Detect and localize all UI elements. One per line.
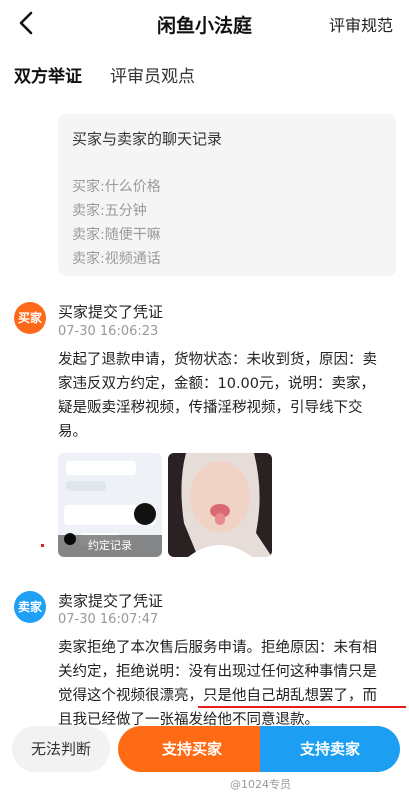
chat-line: 买家:什么价格	[72, 179, 161, 195]
chat-bubble	[66, 461, 136, 475]
buyer-event-title: 买家提交了凭证	[58, 303, 164, 321]
annotation-underline	[198, 706, 406, 708]
text-line: 疑是贩卖淫秽视频，传播淫秽视频，引导线下交	[58, 400, 363, 416]
seller-event-text: 卖家拒绝了本次售后服务申请。拒绝原因：未有相 关约定，拒绝说明：没有出现过任何这…	[58, 636, 402, 732]
tab-evidence[interactable]: 双方举证	[14, 62, 82, 87]
chat-line: 卖家:随便干嘛	[72, 227, 161, 243]
avatar-dot	[134, 503, 156, 525]
evidence-thumbnail-chat[interactable]: 约定记录	[58, 453, 162, 557]
annotation-dot	[41, 544, 44, 547]
text-line: 卖家拒绝了本次售后服务申请。拒绝原因：未有相	[58, 640, 377, 656]
bottom-action-bar: 无法判断 支持买家 支持卖家 @1024专员	[0, 726, 409, 800]
tab-bar: 双方举证 评审员观点	[0, 58, 409, 92]
header: 闲鱼小法庭 评审规范	[0, 0, 409, 46]
seller-event-time: 07-30 16:07:47	[58, 612, 159, 627]
text-line: 家违反双方约定，金额：10.00元，说明：卖家，	[58, 376, 376, 392]
watermark: @1024专员	[230, 778, 291, 791]
review-rules-link[interactable]: 评审规范	[329, 12, 393, 36]
text-line: 关约定，拒绝说明：没有出现过任何这种事情只是	[58, 664, 377, 680]
buyer-event-text: 发起了退款申请，货物状态：未收到货，原因：卖 家违反双方约定，金额：10.00元…	[58, 348, 402, 444]
seller-avatar: 卖家	[14, 591, 46, 623]
support-seller-button[interactable]: 支持卖家	[260, 726, 400, 772]
text-line: 易。	[58, 424, 87, 440]
evidence-thumbnail-photo[interactable]	[168, 453, 272, 557]
chat-line: 卖家:五分钟	[72, 203, 147, 219]
seller-event-title: 卖家提交了凭证	[58, 592, 164, 610]
thumbnail-caption: 约定记录	[58, 535, 162, 557]
undecided-button[interactable]: 无法判断	[12, 726, 110, 772]
chat-line: 卖家:视频通话	[72, 251, 161, 267]
text-line: 发起了退款申请，货物状态：未收到货，原因：卖	[58, 352, 377, 368]
chat-record-title: 买家与卖家的聊天记录	[72, 130, 223, 148]
support-buyer-button[interactable]: 支持买家	[118, 726, 266, 772]
text-line: 觉得这个视频很漂亮，只是他自己胡乱想罢了，而	[58, 688, 377, 704]
chat-bubble	[66, 481, 106, 491]
buyer-avatar: 买家	[14, 302, 46, 334]
buyer-event-time: 07-30 16:06:23	[58, 324, 159, 339]
tab-reviewer-views[interactable]: 评审员观点	[110, 62, 195, 87]
tab-evidence-label: 双方举证	[14, 67, 82, 87]
chat-record-card[interactable]: 买家与卖家的聊天记录 买家:什么价格 卖家:五分钟 卖家:随便干嘛 卖家:视频通…	[58, 114, 396, 276]
